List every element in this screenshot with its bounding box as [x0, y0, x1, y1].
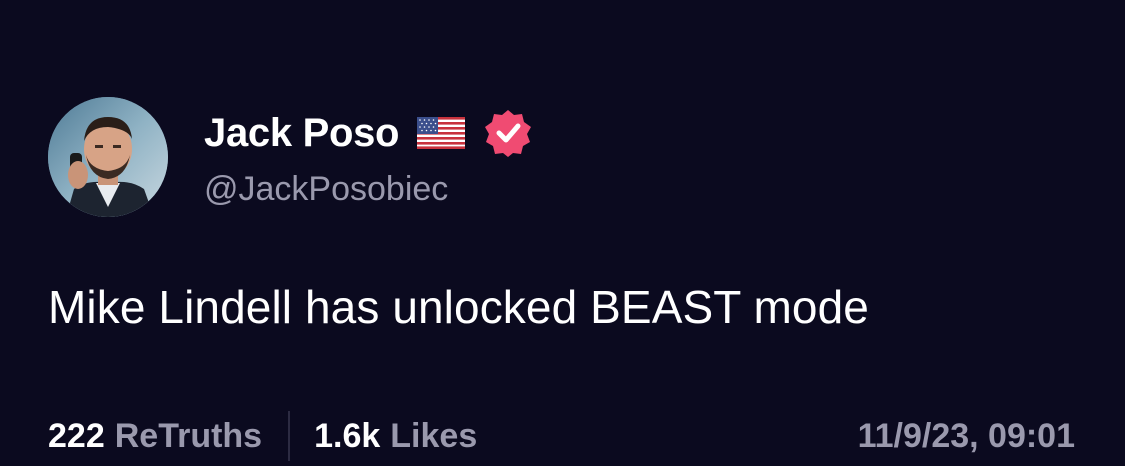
- post-card: Jack Poso @JackPosobiec Mike Lindell has…: [0, 0, 1125, 466]
- retruths-stat[interactable]: 222 ReTruths: [48, 417, 262, 456]
- author-display-name[interactable]: Jack Poso: [204, 111, 400, 156]
- us-flag-icon: [417, 117, 466, 149]
- author-name-row: Jack Poso: [204, 108, 533, 158]
- author-handle[interactable]: @JackPosobiec: [204, 170, 448, 209]
- avatar-image: [48, 97, 168, 217]
- post-body-text: Mike Lindell has unlocked BEAST mode: [48, 281, 869, 333]
- likes-label: Likes: [390, 416, 478, 455]
- stats-divider: [288, 411, 291, 461]
- retruths-count: 222: [48, 416, 105, 455]
- post-timestamp: 11/9/23, 09:01: [857, 417, 1075, 455]
- likes-count: 1.6k: [314, 416, 381, 455]
- avatar[interactable]: [48, 97, 168, 217]
- likes-stat[interactable]: 1.6k Likes: [314, 417, 477, 456]
- post-stats: 222 ReTruths 1.6k Likes: [48, 411, 477, 461]
- verified-badge-icon: [483, 108, 533, 158]
- retruths-label: ReTruths: [114, 416, 263, 455]
